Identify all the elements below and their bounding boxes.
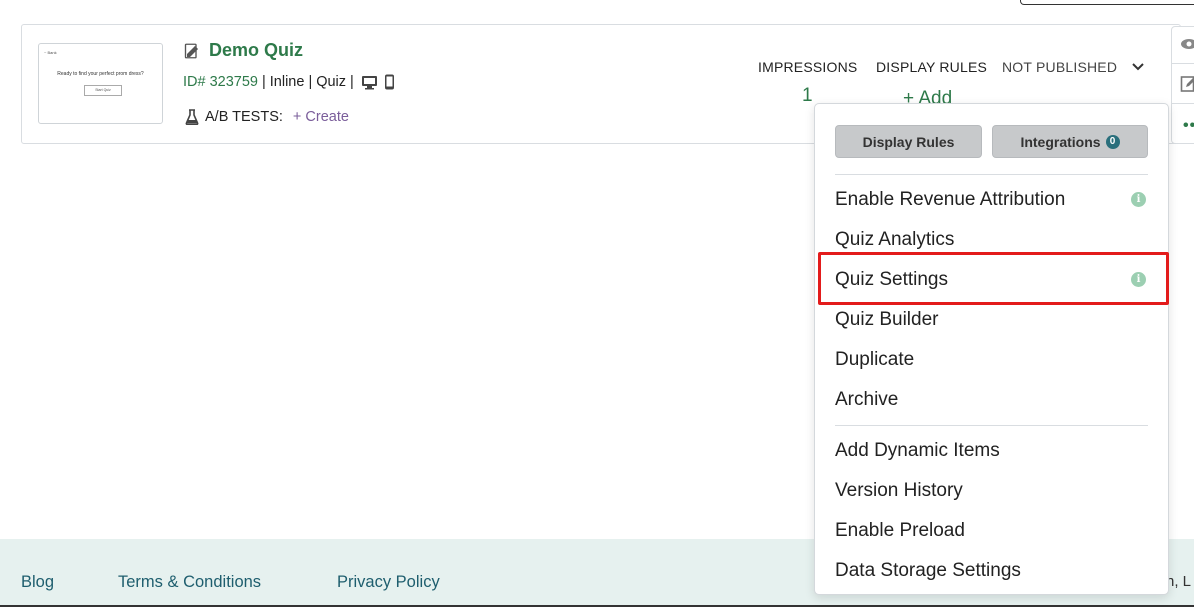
desktop-icon xyxy=(361,75,377,89)
menu-item-data-storage-settings[interactable]: Data Storage Settings xyxy=(835,560,1021,582)
display-rules-button[interactable]: Display Rules xyxy=(835,125,982,158)
menu-item-quiz-analytics[interactable]: Quiz Analytics xyxy=(835,229,954,251)
edit-icon[interactable] xyxy=(1180,75,1194,93)
thumbnail-headline: Ready to find your perfect prom dress? xyxy=(57,71,144,77)
menu-divider xyxy=(835,425,1148,426)
integrations-button[interactable]: Integrations 0 xyxy=(992,125,1148,158)
info-icon[interactable]: i xyxy=(1131,272,1146,287)
chevron-down-icon[interactable] xyxy=(1130,59,1146,75)
integrations-count-badge: 0 xyxy=(1105,134,1120,149)
mobile-icon xyxy=(384,74,394,90)
quiz-thumbnail[interactable]: ~ Bank Ready to find your perfect prom d… xyxy=(38,43,163,124)
impressions-label: IMPRESSIONS xyxy=(758,59,858,75)
quiz-type-quiz: Quiz xyxy=(316,74,347,90)
info-icon[interactable]: i xyxy=(1131,192,1146,207)
rail-divider xyxy=(1172,63,1194,64)
separator: | xyxy=(308,74,313,90)
search-box-edge[interactable] xyxy=(1020,0,1194,5)
menu-item-add-dynamic-items[interactable]: Add Dynamic Items xyxy=(835,440,1000,462)
menu-item-duplicate[interactable]: Duplicate xyxy=(835,349,914,371)
quiz-type-inline: Inline xyxy=(269,74,305,90)
separator: | xyxy=(350,74,354,90)
menu-item-enable-revenue-attribution[interactable]: Enable Revenue Attribution xyxy=(835,189,1065,211)
quiz-actions-dropdown: Display Rules Integrations 0 Enable Reve… xyxy=(814,103,1169,595)
menu-divider xyxy=(835,174,1148,175)
footer-link-blog[interactable]: Blog xyxy=(21,573,54,592)
footer-link-terms[interactable]: Terms & Conditions xyxy=(118,573,261,592)
rail-divider xyxy=(1172,103,1194,104)
menu-item-archive[interactable]: Archive xyxy=(835,389,898,411)
ab-create-link[interactable]: + Create xyxy=(293,109,349,125)
thumbnail-logo: ~ Bank xyxy=(44,50,57,55)
more-options-icon[interactable]: •• xyxy=(1183,117,1194,135)
quiz-title-link[interactable]: Demo Quiz xyxy=(209,40,303,61)
footer-link-privacy[interactable]: Privacy Policy xyxy=(337,573,440,592)
edit-icon[interactable] xyxy=(184,42,202,60)
menu-item-enable-preload[interactable]: Enable Preload xyxy=(835,520,965,542)
display-rules-button-label: Display Rules xyxy=(862,133,955,150)
display-rules-label: DISPLAY RULES xyxy=(876,59,988,75)
footer-cut-text: h, L xyxy=(1166,573,1192,590)
ab-tests-label: A/B TESTS: xyxy=(205,109,283,125)
flask-icon xyxy=(185,109,199,125)
menu-item-version-history[interactable]: Version History xyxy=(835,480,963,502)
publish-status[interactable]: NOT PUBLISHED xyxy=(1002,59,1117,75)
thumbnail-start-button: Start Quiz xyxy=(84,85,122,96)
impressions-value: 1 xyxy=(802,85,813,106)
menu-item-quiz-settings[interactable]: Quiz Settings xyxy=(835,269,948,291)
quiz-id-link[interactable]: ID# 323759 xyxy=(183,74,258,90)
menu-item-quiz-builder[interactable]: Quiz Builder xyxy=(835,309,939,331)
integrations-button-label: Integrations xyxy=(1020,133,1101,150)
preview-eye-icon[interactable] xyxy=(1180,35,1194,53)
side-action-rail: •• xyxy=(1171,26,1194,144)
separator: | xyxy=(261,74,266,90)
